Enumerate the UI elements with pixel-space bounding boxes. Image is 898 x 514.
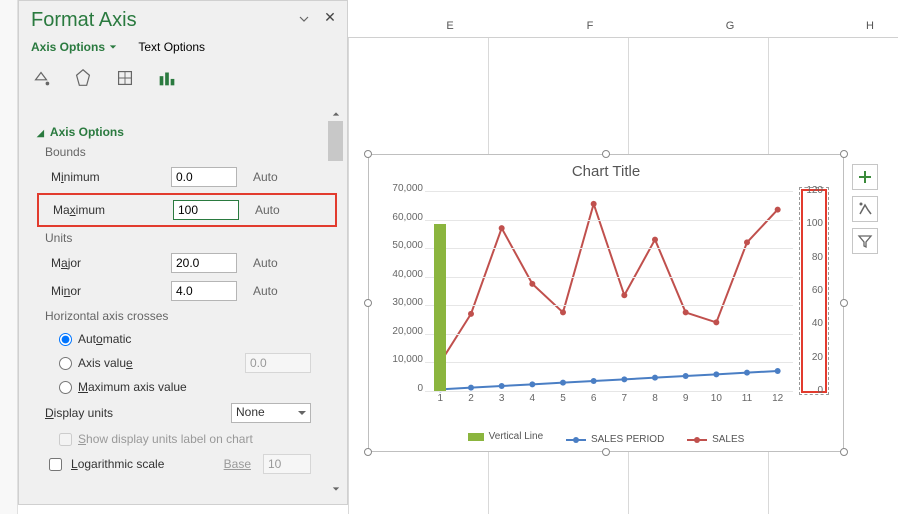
maximum-highlight: Maximum Auto [37, 193, 337, 227]
legend-bar-label: Vertical Line [489, 431, 543, 442]
legend-red-label: SALES [712, 434, 744, 445]
y-axis-left[interactable]: 010,00020,00030,00040,00050,00060,00070,… [379, 189, 423, 393]
plot-area[interactable] [425, 191, 793, 391]
row-gutter [0, 0, 18, 514]
y-axis-right[interactable]: 020406080100120 [801, 189, 827, 393]
crosses-auto-radio[interactable] [59, 333, 72, 346]
legend[interactable]: Vertical Line SALES PERIOD SALES [369, 431, 843, 445]
bounds-label: Bounds [45, 145, 337, 159]
pane-title: Format Axis [31, 9, 335, 32]
resize-handle[interactable] [364, 448, 372, 456]
crosses-value-label: Axis value [78, 356, 133, 370]
resize-handle[interactable] [364, 299, 372, 307]
major-auto[interactable]: Auto [253, 256, 278, 270]
chart-title[interactable]: Chart Title [369, 155, 843, 184]
chart-filters-button[interactable] [852, 228, 878, 254]
resize-handle[interactable] [840, 448, 848, 456]
axis-options-icon[interactable] [155, 66, 179, 90]
category-icons [19, 62, 347, 100]
tab-axis-options[interactable]: Axis Options [31, 40, 117, 54]
crosses-auto-label: Automatic [78, 332, 131, 346]
chart-object[interactable]: Chart Title 010,00020,00030,00040,00050,… [368, 154, 844, 452]
close-icon[interactable]: ✕ [321, 9, 339, 27]
minimum-auto[interactable]: Auto [253, 170, 278, 184]
minimum-input[interactable] [171, 167, 237, 187]
resize-handle[interactable] [602, 448, 610, 456]
log-base-label: Base [224, 457, 251, 471]
col-e[interactable]: E [380, 20, 520, 32]
units-label: Units [45, 231, 337, 245]
maximum-label: Maximum [53, 203, 173, 217]
col-f[interactable]: F [520, 20, 660, 32]
tab-text-options[interactable]: Text Options [138, 40, 205, 54]
crosses-label: Horizontal axis crosses [45, 309, 337, 323]
column-headers: E F G H [348, 20, 898, 38]
size-icon[interactable] [113, 66, 137, 90]
crosses-value-input [245, 353, 311, 373]
major-input[interactable] [171, 253, 237, 273]
chart-styles-button[interactable] [852, 196, 878, 222]
crosses-max-label: Maximum axis value [78, 380, 187, 394]
col-g[interactable]: G [660, 20, 800, 32]
minor-auto[interactable]: Auto [253, 284, 278, 298]
log-scale-checkbox[interactable] [49, 458, 62, 471]
resize-handle[interactable] [840, 299, 848, 307]
resize-handle[interactable] [602, 150, 610, 158]
maximum-input[interactable] [173, 200, 239, 220]
x-axis[interactable]: 123456789101112 [425, 393, 793, 407]
crosses-max-radio[interactable] [59, 381, 72, 394]
minimum-label: Minimum [51, 170, 171, 184]
effects-icon[interactable] [71, 66, 95, 90]
resize-handle[interactable] [364, 150, 372, 158]
format-axis-pane: Format Axis ✕ Axis Options Text Options … [18, 0, 348, 505]
display-units-label: Display units [45, 406, 231, 420]
section-axis-options[interactable]: Axis Options [37, 125, 337, 139]
chevron-down-icon [109, 40, 117, 54]
legend-blue-label: SALES PERIOD [591, 434, 664, 445]
legend-bar-icon [468, 433, 484, 441]
chart-elements-button[interactable] [852, 164, 878, 190]
show-du-label-checkbox [59, 433, 72, 446]
col-h[interactable]: H [800, 20, 898, 32]
fill-icon[interactable] [29, 66, 53, 90]
pane-menu-icon[interactable] [299, 11, 311, 23]
log-base-input [263, 454, 311, 474]
resize-handle[interactable] [840, 150, 848, 158]
major-label: Major [51, 256, 171, 270]
show-du-label-text: Show display units label on chart [78, 432, 253, 446]
crosses-value-radio[interactable] [59, 357, 72, 370]
maximum-auto[interactable]: Auto [255, 203, 280, 217]
display-units-select[interactable]: None [231, 403, 311, 423]
minor-input[interactable] [171, 281, 237, 301]
log-scale-label: Logarithmic scale [71, 457, 164, 471]
legend-blue-icon [566, 439, 586, 441]
minor-label: Minor [51, 284, 171, 298]
legend-red-icon [687, 439, 707, 441]
